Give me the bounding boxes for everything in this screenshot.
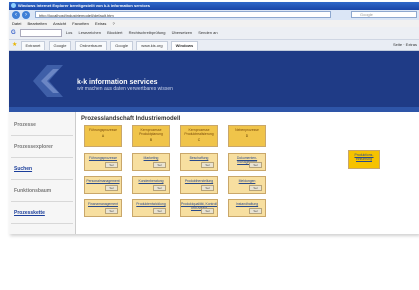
process-label: Marketing: [143, 156, 159, 160]
process-label: Finanzmanagement: [88, 202, 118, 206]
title-bar: Windows Internet Explorer bereitgestellt…: [9, 2, 419, 10]
header-box-a[interactable]: Führungsprozesse A: [84, 125, 122, 147]
process-label: Produktions-einführung: [354, 153, 374, 161]
window-title: Windows Internet Explorer bereitgestellt…: [18, 3, 150, 8]
site-tagline: wir machen aus daten verwertbares wissen: [77, 86, 173, 92]
menu-item[interactable]: Bearbeiten: [27, 21, 46, 26]
header-label: Kernprozesse Produktrealisierung: [184, 128, 214, 136]
menu-item[interactable]: ?: [112, 21, 114, 26]
toolbar-item[interactable]: Senden an: [198, 30, 217, 35]
site-brand: k-k information services: [77, 79, 158, 86]
browser-tab-active[interactable]: Windows: [170, 41, 199, 50]
search-input[interactable]: Google: [351, 11, 417, 18]
header-box-c[interactable]: Kernprozesse Produktrealisierung C: [180, 125, 218, 147]
process-box[interactable]: Instandhaltung Sel: [228, 199, 266, 217]
back-icon[interactable]: ‹: [12, 11, 20, 19]
process-box[interactable]: Produktentwicklung Sel: [132, 199, 170, 217]
browser-tab[interactable]: www.kis.org: [136, 41, 168, 50]
web-page: k-k information services wir machen aus …: [9, 51, 419, 234]
process-label: Produktentwicklung: [136, 202, 166, 206]
select-button[interactable]: Sel: [105, 162, 118, 168]
process-box[interactable]: Meldungen Sel: [228, 176, 266, 194]
process-box[interactable]: Produktqualität, Kontroll und Ablauf Sel: [180, 199, 218, 217]
select-button[interactable]: Sel: [249, 162, 262, 168]
process-label: Beschaffung: [189, 156, 209, 160]
select-button[interactable]: Sel: [249, 185, 262, 191]
select-button[interactable]: Sel: [105, 208, 118, 214]
sidebar-item-prozessexplorer[interactable]: Prozessexplorer: [11, 136, 73, 158]
header-box-b[interactable]: Kernprozesse Produktplanung B: [132, 125, 170, 147]
header-code: A: [101, 134, 105, 138]
browser-window: Windows Internet Explorer bereitgestellt…: [9, 2, 419, 234]
process-box[interactable]: Beschaffung Sel: [180, 153, 218, 171]
page-title: Prozesslandschaft Industriemodell: [81, 116, 181, 122]
process-box[interactable]: Finanzmanagement Sel: [84, 199, 122, 217]
select-button[interactable]: Sel: [201, 185, 214, 191]
header-label: Kernprozesse Produktplanung: [139, 128, 163, 136]
process-box[interactable]: Kundenberatung Sel: [132, 176, 170, 194]
header-code: C: [197, 138, 201, 142]
favorites-tabs-bar: ★ Extranet Google Ordnerbaum Google www.…: [9, 40, 419, 51]
select-button[interactable]: Sel: [105, 185, 118, 191]
production-introduction-box[interactable]: Produktions-einführung: [348, 150, 380, 169]
ie-icon: [11, 3, 16, 8]
sidebar-item-prozesskette[interactable]: Prozesskette: [11, 202, 73, 224]
forward-icon[interactable]: ›: [22, 11, 30, 19]
process-label: Meldungen: [238, 179, 256, 183]
toolbar-item[interactable]: Lesezeichen: [79, 30, 101, 35]
process-landscape: Prozesslandschaft Industriemodell Führun…: [75, 112, 419, 234]
select-button[interactable]: Sel: [153, 185, 166, 191]
menu-bar: Datei Bearbeiten Ansicht Favoriten Extra…: [9, 20, 419, 27]
sidebar: Prozesse Prozessexplorer Suchen Funktion…: [9, 112, 76, 234]
menu-item[interactable]: Favoriten: [72, 21, 89, 26]
process-label: Kundenberatung: [138, 179, 164, 183]
header-box-d[interactable]: Nebenprozesse D: [228, 125, 266, 147]
browser-tab[interactable]: Ordnerbaum: [74, 41, 108, 50]
select-button[interactable]: Sel: [201, 208, 214, 214]
google-search-input[interactable]: [19, 28, 62, 37]
sidebar-item-funktionsbaum[interactable]: Funktionsbaum: [11, 180, 73, 202]
process-box[interactable]: Dokumenten-management Sel: [228, 153, 266, 171]
browser-tab[interactable]: Extranet: [20, 41, 46, 50]
google-toolbar: G Los Lesezeichen Blockiert Rechtschreib…: [9, 27, 419, 40]
header-label: Führungsprozesse: [88, 128, 118, 132]
process-box[interactable]: Personalmanagement Sel: [84, 176, 122, 194]
browser-tab[interactable]: Google: [48, 41, 72, 50]
process-label: Instandhaltung: [235, 202, 259, 206]
select-button[interactable]: Sel: [249, 208, 262, 214]
sidebar-item-suchen[interactable]: Suchen: [11, 158, 73, 180]
toolbar-item[interactable]: Blockiert: [107, 30, 122, 35]
select-button[interactable]: Sel: [153, 208, 166, 214]
process-box[interactable]: Führungsprozesse Sel: [84, 153, 122, 171]
toolbar-item[interactable]: Los: [66, 30, 72, 35]
header-code: D: [245, 134, 249, 138]
menu-item[interactable]: Extras: [95, 21, 106, 26]
browser-tab[interactable]: Google: [110, 41, 134, 50]
favorites-star-icon[interactable]: ★: [12, 42, 17, 48]
chevron-logo-icon: [33, 65, 63, 97]
process-box[interactable]: Produktherstellung Sel: [180, 176, 218, 194]
select-button[interactable]: Sel: [201, 162, 214, 168]
address-bar: ‹ › http://localhost/industriemodell/def…: [9, 10, 419, 20]
process-box[interactable]: Marketing Sel: [132, 153, 170, 171]
menu-item[interactable]: Ansicht: [53, 21, 66, 26]
process-label: Personalmanagement: [86, 179, 120, 183]
header-code: B: [149, 138, 153, 142]
page-tools-menu[interactable]: Seite · Extras: [393, 40, 417, 50]
toolbar-item[interactable]: Übersetzen: [172, 30, 192, 35]
select-button[interactable]: Sel: [153, 162, 166, 168]
process-label: Produktherstellung: [184, 179, 214, 183]
address-input[interactable]: http://localhost/industriemodell/default…: [35, 11, 331, 18]
toolbar-item[interactable]: Rechtschreibprüfung: [129, 30, 166, 35]
sidebar-item-prozesse[interactable]: Prozesse: [11, 114, 73, 136]
header-label: Nebenprozesse: [235, 128, 259, 132]
site-banner: k-k information services wir machen aus …: [9, 51, 419, 112]
process-label: Führungsprozesse: [88, 156, 118, 160]
menu-item[interactable]: Datei: [12, 21, 21, 26]
google-logo: G: [11, 30, 16, 36]
